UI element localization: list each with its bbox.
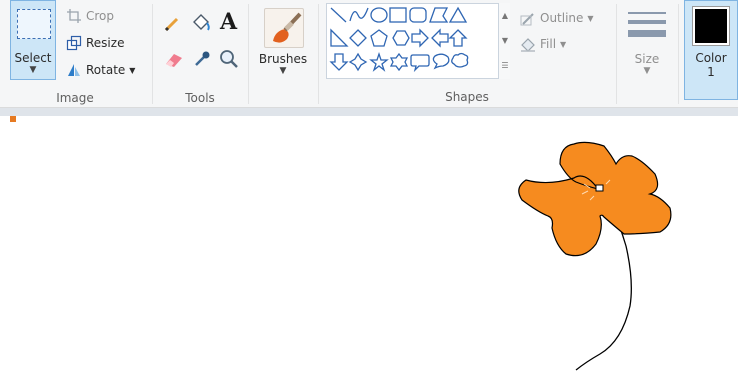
image-group: Select ▼ Crop Resize Rotate ▼ Image (0, 0, 150, 108)
triangle-shape-icon[interactable] (448, 6, 468, 23)
text-icon[interactable]: A (220, 9, 242, 35)
magnifier-icon[interactable] (218, 48, 240, 70)
resize-label: Resize (86, 36, 125, 50)
tools-group-label: Tools (185, 91, 215, 105)
brushes-label: Brushes (258, 52, 308, 66)
outline-label: Outline (540, 11, 584, 25)
fill-button[interactable]: Fill ▼ (520, 34, 566, 54)
crop-icon (67, 9, 81, 23)
crop-button[interactable]: Crop (66, 6, 114, 26)
shapes-grid (329, 6, 469, 73)
fill-icon[interactable] (190, 12, 212, 34)
color1-label-text: Color (695, 51, 727, 65)
chevron-down-icon: ▼ (129, 65, 136, 75)
chevron-down-icon: ▼ (643, 66, 651, 76)
oval-shape-icon[interactable] (370, 7, 388, 23)
resize-button[interactable]: Resize (66, 33, 124, 53)
down-arrow-shape-icon[interactable] (329, 53, 349, 71)
polygon-shape-icon[interactable] (429, 7, 449, 23)
canvas-resize-handle[interactable] (10, 116, 16, 122)
color-picker-icon[interactable] (192, 49, 212, 69)
divider (616, 4, 617, 104)
shapes-gallery-scrollbar[interactable]: ▲ ▼ ☰ (498, 3, 510, 79)
more-shapes-icon[interactable]: ☰ (499, 53, 511, 78)
chevron-down-icon: ▼ (587, 13, 594, 23)
rectangle-shape-icon[interactable] (389, 7, 407, 23)
ribbon-bottom-bar (0, 108, 738, 116)
six-point-star-shape-icon[interactable] (389, 52, 409, 72)
select-button[interactable]: Select ▼ (10, 0, 56, 80)
drawing-canvas[interactable] (0, 116, 738, 374)
curve-shape-icon[interactable] (349, 7, 369, 22)
flower-petals (518, 141, 672, 257)
diamond-shape-icon[interactable] (349, 29, 367, 47)
size-label: Size (634, 52, 660, 66)
color1-button[interactable]: Color 1 (684, 0, 738, 100)
outline-icon (520, 13, 534, 26)
color1-label: Color 1 (685, 51, 737, 79)
chevron-up-icon[interactable]: ▲ (499, 3, 511, 28)
four-point-star-shape-icon[interactable] (348, 52, 368, 72)
line-size-icon (628, 12, 666, 37)
up-arrow-shape-icon[interactable] (448, 29, 468, 47)
flower-drawing (518, 141, 672, 371)
divider (248, 4, 249, 104)
rotate-button[interactable]: Rotate ▼ (66, 60, 135, 80)
rounded-callout-shape-icon[interactable] (410, 54, 430, 73)
rotate-label: Rotate (86, 63, 126, 77)
brush-icon (264, 8, 304, 48)
resize-icon (66, 35, 82, 51)
select-icon (17, 9, 51, 39)
cloud-callout-shape-icon[interactable] (451, 52, 469, 68)
ribbon: Select ▼ Crop Resize Rotate ▼ Image A To… (0, 0, 738, 108)
fill-label: Fill (540, 37, 557, 51)
hexagon-shape-icon[interactable] (392, 30, 410, 46)
chevron-down-icon[interactable]: ▼ (499, 28, 511, 53)
chevron-down-icon: ▼ (279, 66, 287, 76)
rounded-rectangle-shape-icon[interactable] (409, 7, 427, 23)
right-triangle-shape-icon[interactable] (330, 28, 349, 47)
left-arrow-shape-icon[interactable] (431, 28, 449, 48)
shape-fill-icon (521, 38, 535, 52)
pencil-icon[interactable] (162, 14, 182, 34)
shapes-gallery (326, 3, 508, 79)
chevron-down-icon: ▼ (560, 39, 567, 49)
outline-button[interactable]: Outline ▼ (520, 8, 594, 28)
divider (678, 4, 679, 104)
tools-group: A Tools (152, 0, 248, 108)
flower-center (595, 184, 604, 192)
pentagon-shape-icon[interactable] (370, 29, 388, 47)
rotate-icon (68, 64, 80, 76)
shapes-group-label: Shapes (445, 90, 489, 104)
line-shape-icon[interactable] (330, 7, 347, 23)
right-arrow-shape-icon[interactable] (411, 28, 429, 48)
paint-window: Select ▼ Crop Resize Rotate ▼ Image A To… (0, 0, 738, 374)
color1-swatch (692, 6, 730, 46)
five-point-star-shape-icon[interactable] (369, 51, 389, 72)
chevron-down-icon[interactable]: ▼ (11, 65, 55, 75)
eraser-icon[interactable] (162, 50, 184, 68)
crop-label: Crop (86, 9, 115, 23)
select-label: Select (14, 51, 52, 65)
oval-callout-shape-icon[interactable] (432, 53, 450, 70)
image-group-label: Image (56, 91, 94, 105)
color1-label-number: 1 (707, 65, 715, 79)
